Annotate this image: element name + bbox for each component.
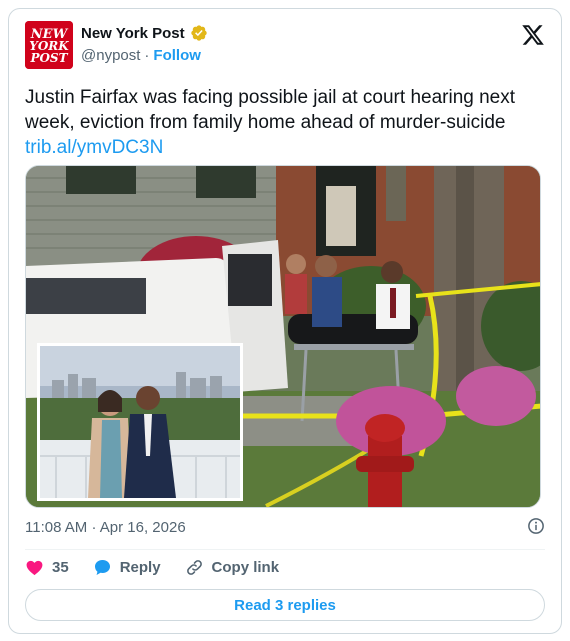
tweet-time: 11:08 AM — [25, 519, 88, 536]
follow-button[interactable]: Follow — [153, 47, 201, 64]
speech-bubble-icon — [94, 559, 110, 576]
author-display-name[interactable]: New York Post — [81, 25, 185, 42]
author-handle-row: @nypost · Follow — [81, 47, 201, 64]
verified-badge-icon — [190, 24, 208, 42]
timestamp-separator: · — [91, 519, 97, 536]
copy-link-button[interactable]: Copy link — [185, 558, 280, 577]
x-logo-icon[interactable] — [521, 23, 545, 47]
tweet-timestamp[interactable]: 11:08 AM · Apr 16, 2026 — [25, 519, 186, 536]
copy-link-label: Copy link — [211, 559, 280, 576]
like-button[interactable]: 35 — [25, 558, 69, 577]
reply-button[interactable]: Reply — [93, 558, 161, 577]
new-york-post-logo: NEW YORK POST — [25, 21, 73, 69]
handle-separator: · — [144, 47, 150, 64]
author-name-row: New York Post — [81, 24, 208, 42]
tweet-body: Justin Fairfax was facing possible jail … — [25, 87, 516, 133]
author-handle[interactable]: @nypost — [81, 47, 140, 64]
tweet-text: Justin Fairfax was facing possible jail … — [25, 85, 545, 160]
read-replies-button[interactable]: Read 3 replies — [25, 589, 545, 621]
divider — [25, 549, 545, 550]
author-avatar[interactable]: NEW YORK POST — [25, 21, 73, 69]
link-icon — [186, 560, 202, 575]
svg-text:POST: POST — [29, 51, 68, 65]
news-photo — [26, 166, 540, 507]
tweet-link[interactable]: trib.al/ymvDC3N — [25, 135, 545, 160]
tweet-actions: 35 Reply Copy link — [25, 558, 303, 577]
tweet-photo[interactable] — [25, 165, 541, 508]
tweet-card: NEW YORK POST New York Post @nypost · Fo… — [8, 8, 562, 634]
reply-label: Reply — [119, 559, 161, 576]
heart-icon — [26, 560, 43, 576]
tweet-date: Apr 16, 2026 — [99, 519, 186, 536]
info-icon[interactable] — [527, 517, 545, 535]
like-count: 35 — [52, 559, 69, 576]
